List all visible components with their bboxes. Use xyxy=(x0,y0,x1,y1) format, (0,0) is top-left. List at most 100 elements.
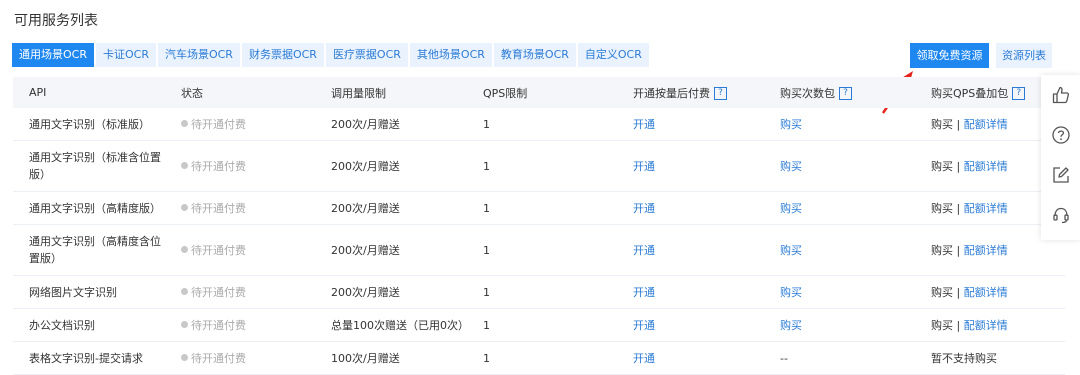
claim-free-resources-button[interactable]: 领取免费资源 xyxy=(910,43,989,68)
status-dot-icon xyxy=(181,246,188,253)
quota-cell: 总量100次赠送（已用0次） xyxy=(315,308,469,342)
col-header-buy-pack-label: 购买次数包 xyxy=(780,86,835,100)
status-cell: 待开通付费 xyxy=(165,108,315,141)
status-text: 待开通付费 xyxy=(191,201,246,215)
buy-qps-link[interactable]: 购买 xyxy=(931,118,953,131)
col-header-qps: QPS限制 xyxy=(467,77,617,108)
col-header-status: 状态 xyxy=(165,77,315,108)
open-link[interactable]: 开通 xyxy=(633,286,655,299)
buy-link[interactable]: 购买 xyxy=(780,244,802,257)
buy-pack-cell: -- xyxy=(764,341,915,375)
buy-link[interactable]: 购买 xyxy=(780,160,802,173)
status-dot-icon xyxy=(181,288,188,295)
table-row: 办公文档识别 待开通付费 总量100次赠送（已用0次） 1 开通 购买 购买 |… xyxy=(13,308,1065,342)
separator: | xyxy=(956,318,961,332)
buy-link[interactable]: 购买 xyxy=(780,118,802,131)
status-dot-icon xyxy=(181,162,188,169)
api-name: 网络图片文字识别 xyxy=(13,275,165,309)
status-cell: 待开通付费 xyxy=(165,341,315,375)
open-link[interactable]: 开通 xyxy=(633,202,655,215)
help-icon[interactable]: ? xyxy=(839,87,852,100)
headset-icon[interactable] xyxy=(1041,195,1080,235)
open-link[interactable]: 开通 xyxy=(633,352,655,365)
status-text: 待开通付费 xyxy=(191,117,246,131)
status-cell: 待开通付费 xyxy=(165,140,315,192)
quota-detail-link[interactable]: 配额详情 xyxy=(964,202,1008,215)
page-title: 可用服务列表 xyxy=(14,13,98,29)
quota-detail-link[interactable]: 配额详情 xyxy=(964,244,1008,257)
separator: | xyxy=(956,201,961,215)
col-header-buy-qps-label: 购买QPS叠加包 xyxy=(931,86,1009,100)
quota-cell: 200次/月赠送 xyxy=(315,108,467,141)
table-row: 通用文字识别（标准版） 待开通付费 200次/月赠送 1 开通 购买 购买 | … xyxy=(13,108,1065,141)
buy-link[interactable]: 购买 xyxy=(780,319,802,332)
quota-detail-link[interactable]: 配额详情 xyxy=(964,118,1008,131)
quota-detail-link[interactable]: 配额详情 xyxy=(964,160,1008,173)
table-header-row: API 状态 调用量限制 QPS限制 开通按量后付费? 购买次数包? 购买QPS… xyxy=(13,77,1065,108)
qps-cell: 1 xyxy=(467,341,617,375)
quota-cell: 100次/月赠送 xyxy=(315,341,467,375)
status-dot-icon xyxy=(181,354,188,361)
open-link[interactable]: 开通 xyxy=(633,244,655,257)
edit-icon[interactable] xyxy=(1041,155,1080,195)
table-row: 表格文字识别-提交请求 待开通付费 100次/月赠送 1 开通 -- 暂不支持购… xyxy=(13,341,1065,375)
qps-cell: 1 xyxy=(467,191,617,225)
buy-link[interactable]: 购买 xyxy=(780,202,802,215)
help-circle-icon[interactable] xyxy=(1041,115,1080,155)
status-text: 待开通付费 xyxy=(191,318,246,332)
api-name: 通用文字识别（标准版） xyxy=(13,108,165,141)
status-text: 待开通付费 xyxy=(191,243,246,257)
pay-after-cell: 开通 xyxy=(617,108,764,141)
buy-qps-link[interactable]: 购买 xyxy=(931,160,953,173)
api-name: 表格文字识别-提交请求 xyxy=(13,341,165,375)
col-header-pay-after-label: 开通按量后付费 xyxy=(633,86,710,100)
col-header-pay-after: 开通按量后付费? xyxy=(617,77,764,108)
tab-other-ocr[interactable]: 其他场景OCR xyxy=(409,43,492,67)
tab-vehicle-ocr[interactable]: 汽车场景OCR xyxy=(157,43,240,67)
service-table: API 状态 调用量限制 QPS限制 开通按量后付费? 购买次数包? 购买QPS… xyxy=(13,77,1065,375)
open-link[interactable]: 开通 xyxy=(633,319,655,332)
col-header-quota: 调用量限制 xyxy=(315,77,467,108)
buy-qps-link[interactable]: 购买 xyxy=(931,244,953,257)
open-link[interactable]: 开通 xyxy=(633,160,655,173)
quota-cell: 200次/月赠送 xyxy=(315,140,467,192)
help-icon[interactable]: ? xyxy=(1012,87,1026,100)
qps-cell: 1 xyxy=(467,224,617,276)
table-row: 网络图片文字识别 待开通付费 200次/月赠送 1 开通 购买 购买 | 配额详… xyxy=(13,275,1065,309)
tab-education-ocr[interactable]: 教育场景OCR xyxy=(493,43,576,67)
quota-cell: 200次/月赠送 xyxy=(315,191,467,225)
buy-link[interactable]: 购买 xyxy=(780,286,802,299)
buy-qps-link[interactable]: 购买 xyxy=(931,286,953,299)
pay-after-cell: 开通 xyxy=(617,308,764,342)
tab-card-ocr[interactable]: 卡证OCR xyxy=(95,43,156,67)
qps-cell: 1 xyxy=(467,275,617,309)
pay-after-cell: 开通 xyxy=(617,224,764,276)
resource-list-button[interactable]: 资源列表 xyxy=(996,43,1052,68)
help-icon[interactable]: ? xyxy=(714,87,727,100)
tab-general-ocr[interactable]: 通用场景OCR xyxy=(12,43,94,67)
separator: | xyxy=(956,243,961,257)
buy-qps-link[interactable]: 购买 xyxy=(931,319,953,332)
api-name: 通用文字识别（高精度含位置版） xyxy=(13,224,165,276)
separator: | xyxy=(956,117,961,131)
quota-detail-link[interactable]: 配额详情 xyxy=(964,286,1008,299)
table-row: 通用文字识别（标准含位置版） 待开通付费 200次/月赠送 1 开通 购买 购买… xyxy=(13,140,1065,192)
table-row: 通用文字识别（高精度版） 待开通付费 200次/月赠送 1 开通 购买 购买 |… xyxy=(13,191,1065,225)
status-cell: 待开通付费 xyxy=(165,275,315,309)
tab-medical-ocr[interactable]: 医疗票据OCR xyxy=(325,43,408,67)
tab-custom-ocr[interactable]: 自定义OCR xyxy=(577,43,649,67)
open-link[interactable]: 开通 xyxy=(633,118,655,131)
pay-after-cell: 开通 xyxy=(617,140,764,192)
thumbs-up-icon[interactable] xyxy=(1041,75,1080,115)
pay-after-cell: 开通 xyxy=(617,275,764,309)
quota-detail-link[interactable]: 配额详情 xyxy=(964,319,1008,332)
status-dot-icon xyxy=(181,204,188,211)
api-name: 通用文字识别（高精度版） xyxy=(13,191,165,225)
buy-qps-cell: 购买 | 配额详情 xyxy=(915,275,1065,309)
buy-qps-link[interactable]: 购买 xyxy=(931,202,953,215)
api-name: 办公文档识别 xyxy=(13,308,165,342)
status-text: 待开通付费 xyxy=(191,159,246,173)
tab-finance-ocr[interactable]: 财务票据OCR xyxy=(241,43,324,67)
pay-after-cell: 开通 xyxy=(617,191,764,225)
buy-pack-cell: 购买 xyxy=(764,308,915,342)
